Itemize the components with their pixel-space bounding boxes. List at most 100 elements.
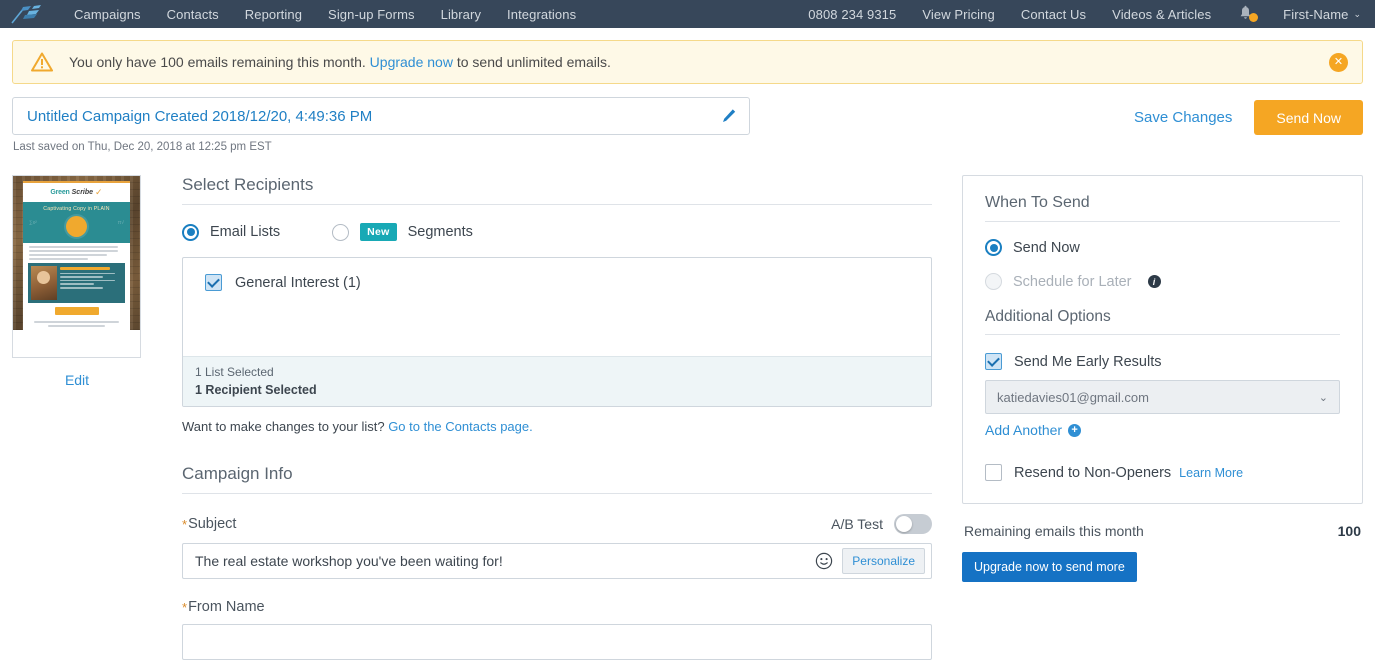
preview-social-icons <box>31 329 122 330</box>
preview-footer <box>23 315 130 330</box>
preview-email-logo: Green Scribe ✓ <box>23 183 130 202</box>
chevron-down-icon: ⌄ <box>1353 8 1361 19</box>
info-icon[interactable]: i <box>1147 275 1161 288</box>
radio-email-lists-label[interactable]: Email Lists <box>210 224 280 240</box>
subject-input-wrapper: Personalize <box>182 543 932 579</box>
radio-email-lists[interactable] <box>182 223 199 241</box>
campaign-name-field[interactable]: Untitled Campaign Created 2018/12/20, 4:… <box>12 97 750 135</box>
smiley-face-icon[interactable] <box>813 550 835 572</box>
campaign-title-column: Untitled Campaign Created 2018/12/20, 4:… <box>12 97 750 153</box>
chevron-down-icon: ⌄ <box>1318 391 1328 404</box>
preview-cta-button <box>54 307 99 315</box>
checkbox-general-interest[interactable] <box>205 274 222 291</box>
preview-logo-text-a: Green <box>50 189 70 196</box>
radio-segments-label[interactable]: Segments <box>408 224 473 240</box>
recipients-selected-count: 1 Recipient Selected <box>195 383 317 397</box>
campaign-info-heading: Campaign Info <box>182 464 932 494</box>
nav-phone-number[interactable]: 0808 234 9315 <box>808 7 896 22</box>
lists-selected-count: 1 List Selected <box>195 365 274 379</box>
add-another-label: Add Another <box>985 422 1063 438</box>
banner-text-before: You only have 100 emails remaining this … <box>69 54 366 70</box>
top-navigation-bar: Campaigns Contacts Reporting Sign-up For… <box>0 0 1375 28</box>
nav-item-contacts[interactable]: Contacts <box>167 7 219 22</box>
quill-logo-icon[interactable] <box>10 4 52 24</box>
edit-email-link[interactable]: Edit <box>12 372 142 388</box>
campaign-action-buttons: Save Changes Send Now <box>1134 97 1363 135</box>
preview-hero-decoration: ∑x² π√ <box>29 219 124 226</box>
early-results-row[interactable]: Send Me Early Results <box>985 353 1340 370</box>
nav-item-campaigns[interactable]: Campaigns <box>74 7 141 22</box>
email-lists-items: General Interest (1) <box>183 258 931 356</box>
radio-send-now[interactable] <box>985 239 1002 256</box>
from-name-input[interactable] <box>182 624 932 660</box>
subject-required-marker: * <box>182 516 188 532</box>
personalize-button[interactable]: Personalize <box>842 548 925 574</box>
send-now-option[interactable]: Send Now <box>985 239 1340 256</box>
send-now-button[interactable]: Send Now <box>1254 100 1363 135</box>
preview-author-photo <box>31 266 57 300</box>
list-item[interactable]: General Interest (1) <box>205 274 931 291</box>
user-account-menu[interactable]: First-Name ⌄ <box>1283 7 1361 22</box>
contacts-page-link[interactable]: Go to the Contacts page. <box>388 419 533 434</box>
from-name-required-marker: * <box>182 599 188 615</box>
nav-item-view-pricing[interactable]: View Pricing <box>922 7 995 22</box>
contacts-note-text: Want to make changes to your list? <box>182 419 385 434</box>
remaining-emails-value: 100 <box>1337 523 1361 539</box>
warning-triangle-icon <box>31 52 53 72</box>
ab-test-label: A/B Test <box>831 516 883 532</box>
early-results-label[interactable]: Send Me Early Results <box>1014 354 1161 370</box>
plus-icon: + <box>1068 423 1082 437</box>
main-content: Green Scribe ✓ Captivating Copy in PLAIN… <box>0 153 1375 660</box>
nav-item-signup-forms[interactable]: Sign-up Forms <box>328 7 415 22</box>
contacts-note: Want to make changes to your list? Go to… <box>182 419 932 434</box>
banner-message: You only have 100 emails remaining this … <box>69 54 611 70</box>
schedule-later-option[interactable]: Schedule for Later i <box>985 273 1340 290</box>
pencil-icon[interactable] <box>721 108 737 124</box>
resend-non-openers-row[interactable]: Resend to Non-Openers Learn More <box>985 464 1340 481</box>
nav-item-reporting[interactable]: Reporting <box>245 7 302 22</box>
radio-schedule-later[interactable] <box>985 273 1002 290</box>
email-lists-summary: 1 List Selected 1 Recipient Selected <box>183 356 931 406</box>
checkbox-send-early-results[interactable] <box>985 353 1002 370</box>
segments-new-badge: New <box>360 223 397 241</box>
nav-item-videos-articles[interactable]: Videos & Articles <box>1112 7 1211 22</box>
upgrade-now-button[interactable]: Upgrade now to send more <box>962 552 1137 582</box>
notification-bell-icon[interactable] <box>1237 5 1259 23</box>
ab-test-toggle[interactable] <box>894 514 932 534</box>
preview-author-card <box>28 263 125 303</box>
radio-segments[interactable] <box>332 223 350 241</box>
preview-paragraph-lines <box>23 243 130 260</box>
add-another-email-link[interactable]: Add Another + <box>985 422 1082 438</box>
checkbox-resend-non-openers[interactable] <box>985 464 1002 481</box>
subject-input[interactable] <box>183 544 814 578</box>
alert-banner-container: You only have 100 emails remaining this … <box>0 28 1375 84</box>
toggle-knob <box>896 516 912 532</box>
nav-item-library[interactable]: Library <box>441 7 481 22</box>
save-changes-button[interactable]: Save Changes <box>1134 109 1232 126</box>
recipient-type-radio-group: Email Lists New Segments <box>182 223 932 241</box>
banner-text-after: to send unlimited emails. <box>456 54 611 70</box>
email-preview-thumbnail[interactable]: Green Scribe ✓ Captivating Copy in PLAIN… <box>12 175 141 358</box>
radio-schedule-later-label[interactable]: Schedule for Later <box>1013 274 1132 290</box>
notification-badge-dot <box>1249 13 1259 22</box>
from-name-label: From Name <box>188 599 265 615</box>
email-lists-box: General Interest (1) 1 List Selected 1 R… <box>182 257 932 407</box>
user-name-label: First-Name <box>1283 6 1349 22</box>
list-item-label[interactable]: General Interest (1) <box>235 275 361 291</box>
nav-item-contact-us[interactable]: Contact Us <box>1021 7 1086 22</box>
campaign-title-row: Untitled Campaign Created 2018/12/20, 4:… <box>0 84 1375 153</box>
resend-non-openers-label[interactable]: Resend to Non-Openers <box>1014 465 1171 481</box>
early-results-email-select[interactable]: katiedavies01@gmail.com ⌄ <box>985 380 1340 414</box>
preview-author-text <box>60 266 122 300</box>
learn-more-link[interactable]: Learn More <box>1179 466 1243 480</box>
subject-label: Subject <box>188 516 237 532</box>
when-to-send-panel: When To Send Send Now Schedule for Later… <box>962 175 1363 504</box>
preview-logo-text-b: Scribe <box>71 189 94 196</box>
nav-item-integrations[interactable]: Integrations <box>507 7 576 22</box>
email-preview-column: Green Scribe ✓ Captivating Copy in PLAIN… <box>12 175 142 388</box>
banner-close-icon[interactable]: ✕ <box>1329 52 1348 72</box>
primary-nav-links: Campaigns Contacts Reporting Sign-up For… <box>74 7 576 22</box>
preview-email-body: Green Scribe ✓ Captivating Copy in PLAIN… <box>23 181 130 330</box>
radio-send-now-label[interactable]: Send Now <box>1013 240 1080 256</box>
banner-upgrade-link[interactable]: Upgrade now <box>370 54 453 70</box>
